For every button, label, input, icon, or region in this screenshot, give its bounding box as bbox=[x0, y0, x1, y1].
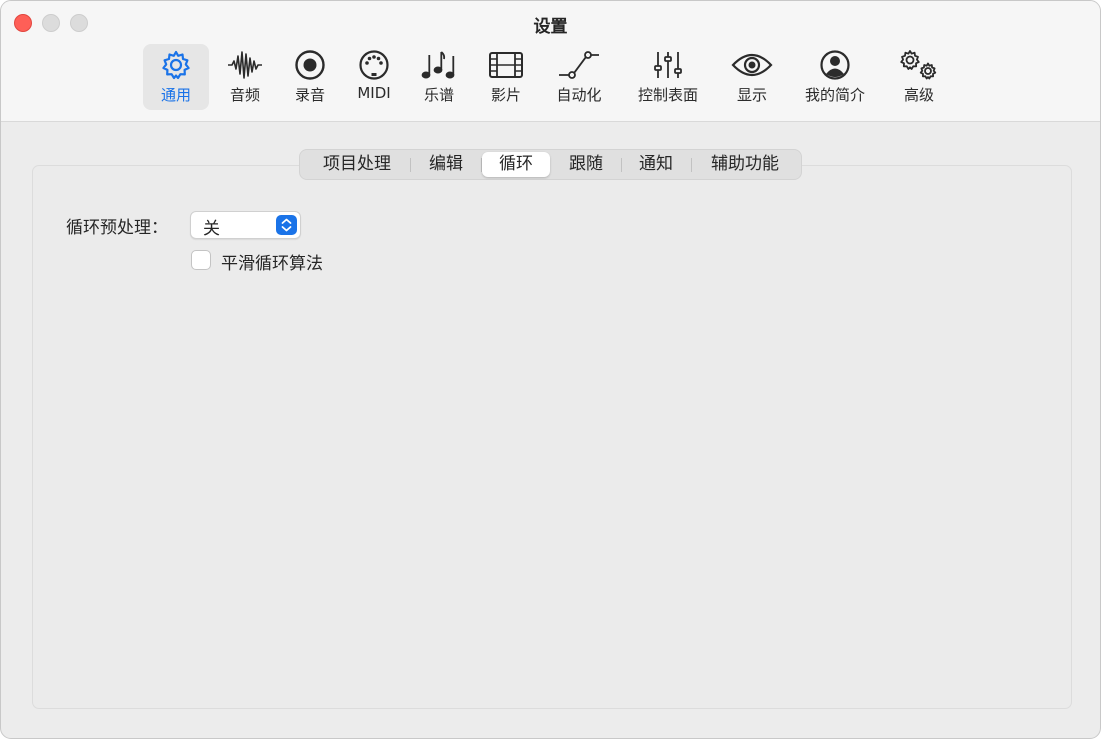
tab-project-handling[interactable]: 项目处理 bbox=[306, 152, 408, 177]
record-icon bbox=[289, 48, 331, 82]
loop-preprocess-label: 循环预处理： bbox=[66, 218, 168, 238]
tab-editing[interactable]: 编辑 bbox=[412, 152, 480, 177]
toolbar-item-advanced[interactable]: 高级 bbox=[898, 44, 940, 110]
settings-window: 设置 通用 音频 录音 MIDI 乐谱 影片 自动化 控制表面 显示 我的简介 … bbox=[0, 0, 1101, 739]
eye-icon bbox=[731, 48, 773, 82]
toolbar-label: 音频 bbox=[229, 86, 260, 104]
tab-divider bbox=[410, 158, 411, 172]
tab-catch[interactable]: 跟随 bbox=[552, 152, 620, 177]
toolbar-label: 通用 bbox=[160, 86, 191, 104]
toolbar-item-control-surfaces[interactable]: 控制表面 bbox=[636, 44, 700, 110]
music-notes-icon bbox=[418, 48, 460, 82]
toolbar-item-midi[interactable]: MIDI bbox=[353, 44, 395, 110]
tab-notifications[interactable]: 通知 bbox=[622, 152, 690, 177]
toolbar-label: 自动化 bbox=[556, 86, 602, 104]
toolbar-label: 我的简介 bbox=[804, 86, 865, 104]
settings-panel bbox=[32, 165, 1072, 709]
waveform-icon bbox=[223, 48, 267, 82]
toolbar-label: 乐谱 bbox=[423, 86, 454, 104]
tab-cycle[interactable]: 循环 bbox=[482, 152, 550, 177]
toolbar-item-audio[interactable]: 音频 bbox=[223, 44, 267, 110]
window-title: 设置 bbox=[533, 17, 568, 37]
toolbar-item-general[interactable]: 通用 bbox=[143, 44, 209, 110]
toolbar-label: 高级 bbox=[903, 86, 934, 104]
toolbar-item-my-info[interactable]: 我的简介 bbox=[804, 44, 866, 110]
chevron-up-down-icon bbox=[276, 215, 297, 235]
automation-curve-icon bbox=[554, 48, 604, 82]
gears-icon bbox=[898, 48, 940, 82]
title-bar: 设置 通用 音频 录音 MIDI 乐谱 影片 自动化 控制表面 显示 我的简介 … bbox=[1, 1, 1100, 122]
tab-accessibility[interactable]: 辅助功能 bbox=[692, 152, 798, 177]
toolbar-label: 影片 bbox=[490, 86, 521, 104]
profile-icon bbox=[804, 48, 866, 82]
toolbar-label: 控制表面 bbox=[637, 86, 698, 104]
toolbar-label: 显示 bbox=[736, 86, 767, 104]
toolbar-item-record[interactable]: 录音 bbox=[289, 44, 331, 110]
toolbar-item-score[interactable]: 乐谱 bbox=[418, 44, 460, 110]
smooth-loop-checkbox[interactable] bbox=[191, 250, 211, 270]
sliders-icon bbox=[636, 48, 700, 82]
gear-icon bbox=[143, 48, 209, 82]
film-icon bbox=[485, 48, 527, 82]
toolbar-label: MIDI bbox=[357, 84, 391, 102]
loop-preprocess-popup[interactable]: 关 bbox=[190, 211, 301, 239]
toolbar-item-automation[interactable]: 自动化 bbox=[554, 44, 604, 110]
toolbar-item-display[interactable]: 显示 bbox=[731, 44, 773, 110]
smooth-loop-label[interactable]: 平滑循环算法 bbox=[221, 249, 323, 274]
settings-tabs: 项目处理 编辑 循环 跟随 通知 辅助功能 bbox=[299, 149, 802, 180]
toolbar-item-movie[interactable]: 影片 bbox=[485, 44, 527, 110]
toolbar-label: 录音 bbox=[294, 86, 325, 104]
midi-port-icon bbox=[353, 48, 395, 82]
popup-selected-value: 关 bbox=[203, 219, 220, 239]
